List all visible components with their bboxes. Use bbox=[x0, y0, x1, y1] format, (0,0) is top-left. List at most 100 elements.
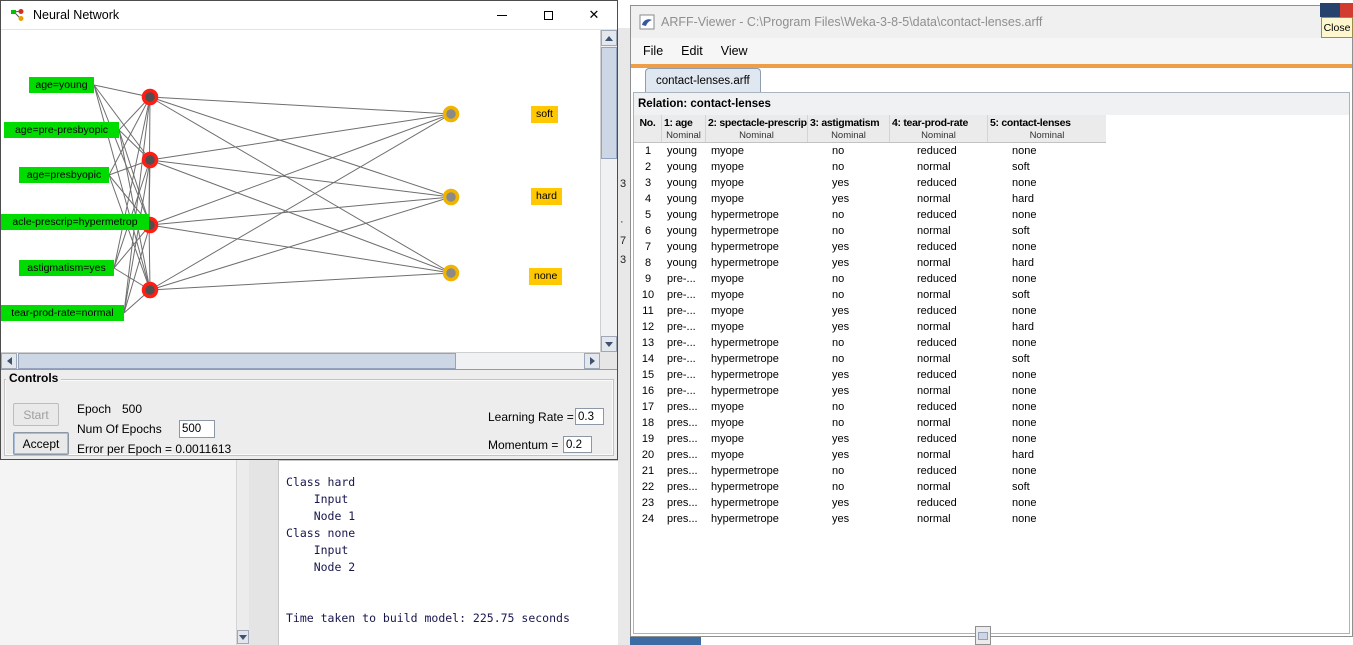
input-node-label[interactable]: age=young bbox=[29, 77, 94, 93]
table-row[interactable]: 13 pre-... hypermetrope no reduced none bbox=[634, 335, 1106, 351]
table-cell[interactable]: myope bbox=[706, 159, 808, 175]
menu-item-file[interactable]: File bbox=[634, 38, 672, 64]
table-cell[interactable]: young bbox=[662, 159, 706, 175]
table-cell[interactable]: none bbox=[988, 303, 1106, 319]
table-cell[interactable]: myope bbox=[706, 175, 808, 191]
table-cell[interactable]: myope bbox=[706, 287, 808, 303]
table-cell[interactable]: no bbox=[808, 287, 890, 303]
table-cell[interactable]: myope bbox=[706, 303, 808, 319]
horizontal-scrollbar-thumb[interactable] bbox=[18, 353, 456, 369]
table-cell[interactable]: no bbox=[808, 223, 890, 239]
table-cell[interactable]: reduced bbox=[890, 143, 988, 159]
output-node-label[interactable]: soft bbox=[531, 106, 558, 123]
table-cell[interactable]: soft bbox=[988, 159, 1106, 175]
table-row[interactable]: 22 pres... hypermetrope no normal soft bbox=[634, 479, 1106, 495]
table-cell[interactable]: none bbox=[988, 383, 1106, 399]
scroll-right-button[interactable] bbox=[584, 353, 600, 369]
table-cell[interactable]: yes bbox=[808, 191, 890, 207]
table-row[interactable]: 15 pre-... hypermetrope yes reduced none bbox=[634, 367, 1106, 383]
scroll-down-button[interactable] bbox=[601, 336, 617, 352]
table-cell[interactable]: myope bbox=[706, 271, 808, 287]
table-cell[interactable]: yes bbox=[808, 431, 890, 447]
table-cell[interactable]: no bbox=[808, 351, 890, 367]
table-cell[interactable]: reduced bbox=[890, 303, 988, 319]
table-cell[interactable]: pres... bbox=[662, 431, 706, 447]
table-cell[interactable]: yes bbox=[808, 367, 890, 383]
row-number-cell[interactable]: 13 bbox=[634, 335, 662, 351]
table-row[interactable]: 24 pres... hypermetrope yes normal none bbox=[634, 511, 1106, 527]
table-cell[interactable]: none bbox=[988, 207, 1106, 223]
explorer-scrollbar[interactable] bbox=[236, 460, 249, 645]
row-number-cell[interactable]: 12 bbox=[634, 319, 662, 335]
table-cell[interactable]: no bbox=[808, 271, 890, 287]
input-node-label[interactable]: age=pre-presbyopic bbox=[4, 122, 119, 138]
table-cell[interactable]: none bbox=[988, 463, 1106, 479]
row-number-cell[interactable]: 14 bbox=[634, 351, 662, 367]
row-number-cell[interactable]: 3 bbox=[634, 175, 662, 191]
table-cell[interactable]: normal bbox=[890, 159, 988, 175]
table-row[interactable]: 9 pre-... myope no reduced none bbox=[634, 271, 1106, 287]
table-cell[interactable]: hypermetrope bbox=[706, 367, 808, 383]
table-row[interactable]: 21 pres... hypermetrope no reduced none bbox=[634, 463, 1106, 479]
table-cell[interactable]: hypermetrope bbox=[706, 463, 808, 479]
row-number-cell[interactable]: 18 bbox=[634, 415, 662, 431]
table-cell[interactable]: no bbox=[808, 143, 890, 159]
table-cell[interactable]: pre-... bbox=[662, 271, 706, 287]
momentum-input[interactable] bbox=[563, 436, 592, 453]
table-cell[interactable]: no bbox=[808, 415, 890, 431]
table-cell[interactable]: hypermetrope bbox=[706, 223, 808, 239]
table-row[interactable]: 11 pre-... myope yes reduced none bbox=[634, 303, 1106, 319]
table-cell[interactable]: young bbox=[662, 175, 706, 191]
hidden-node[interactable] bbox=[141, 281, 159, 299]
table-row[interactable]: 17 pres... myope no reduced none bbox=[634, 399, 1106, 415]
table-cell[interactable]: young bbox=[662, 191, 706, 207]
network-horizontal-scrollbar[interactable] bbox=[1, 352, 600, 369]
table-cell[interactable]: pre-... bbox=[662, 319, 706, 335]
table-cell[interactable]: pres... bbox=[662, 495, 706, 511]
table-cell[interactable]: yes bbox=[808, 319, 890, 335]
table-cell[interactable]: young bbox=[662, 255, 706, 271]
table-cell[interactable]: none bbox=[988, 175, 1106, 191]
table-cell[interactable]: young bbox=[662, 207, 706, 223]
table-cell[interactable]: myope bbox=[706, 431, 808, 447]
scroll-left-button[interactable] bbox=[1, 353, 17, 369]
row-number-cell[interactable]: 2 bbox=[634, 159, 662, 175]
table-cell[interactable]: hard bbox=[988, 191, 1106, 207]
table-cell[interactable]: yes bbox=[808, 447, 890, 463]
output-node-label[interactable]: hard bbox=[531, 188, 563, 205]
table-cell[interactable]: pre-... bbox=[662, 335, 706, 351]
row-number-cell[interactable]: 23 bbox=[634, 495, 662, 511]
table-cell[interactable]: pres... bbox=[662, 479, 706, 495]
row-number-cell[interactable]: 6 bbox=[634, 223, 662, 239]
table-cell[interactable]: myope bbox=[706, 415, 808, 431]
table-cell[interactable]: normal bbox=[890, 479, 988, 495]
table-row[interactable]: 8 young hypermetrope yes normal hard bbox=[634, 255, 1106, 271]
table-cell[interactable]: none bbox=[988, 143, 1106, 159]
table-cell[interactable]: soft bbox=[988, 223, 1106, 239]
table-cell[interactable]: yes bbox=[808, 303, 890, 319]
table-row[interactable]: 5 young hypermetrope no reduced none bbox=[634, 207, 1106, 223]
table-cell[interactable]: normal bbox=[890, 287, 988, 303]
table-cell[interactable]: pre-... bbox=[662, 303, 706, 319]
table-row[interactable]: 4 young myope yes normal hard bbox=[634, 191, 1106, 207]
table-cell[interactable]: myope bbox=[706, 143, 808, 159]
table-cell[interactable]: reduced bbox=[890, 367, 988, 383]
scroll-up-button[interactable] bbox=[601, 30, 617, 46]
arff-titlebar[interactable]: ARFF-Viewer - C:\Program Files\Weka-3-8-… bbox=[631, 6, 1352, 38]
table-cell[interactable]: soft bbox=[988, 351, 1106, 367]
maximize-button[interactable] bbox=[525, 1, 571, 29]
row-number-cell[interactable]: 19 bbox=[634, 431, 662, 447]
table-cell[interactable]: pres... bbox=[662, 511, 706, 527]
table-cell[interactable]: myope bbox=[706, 447, 808, 463]
table-row[interactable]: 19 pres... myope yes reduced none bbox=[634, 431, 1106, 447]
table-cell[interactable]: young bbox=[662, 143, 706, 159]
table-cell[interactable]: reduced bbox=[890, 399, 988, 415]
table-cell[interactable]: pre-... bbox=[662, 287, 706, 303]
column-header-astigmatism[interactable]: 3: astigmatism Nominal bbox=[808, 115, 890, 142]
hidden-node[interactable] bbox=[141, 151, 159, 169]
table-cell[interactable]: hypermetrope bbox=[706, 383, 808, 399]
table-cell[interactable]: yes bbox=[808, 239, 890, 255]
scrollbar-thumb[interactable] bbox=[978, 632, 988, 640]
input-node-label[interactable]: astigmatism=yes bbox=[19, 260, 114, 276]
table-cell[interactable]: hypermetrope bbox=[706, 207, 808, 223]
